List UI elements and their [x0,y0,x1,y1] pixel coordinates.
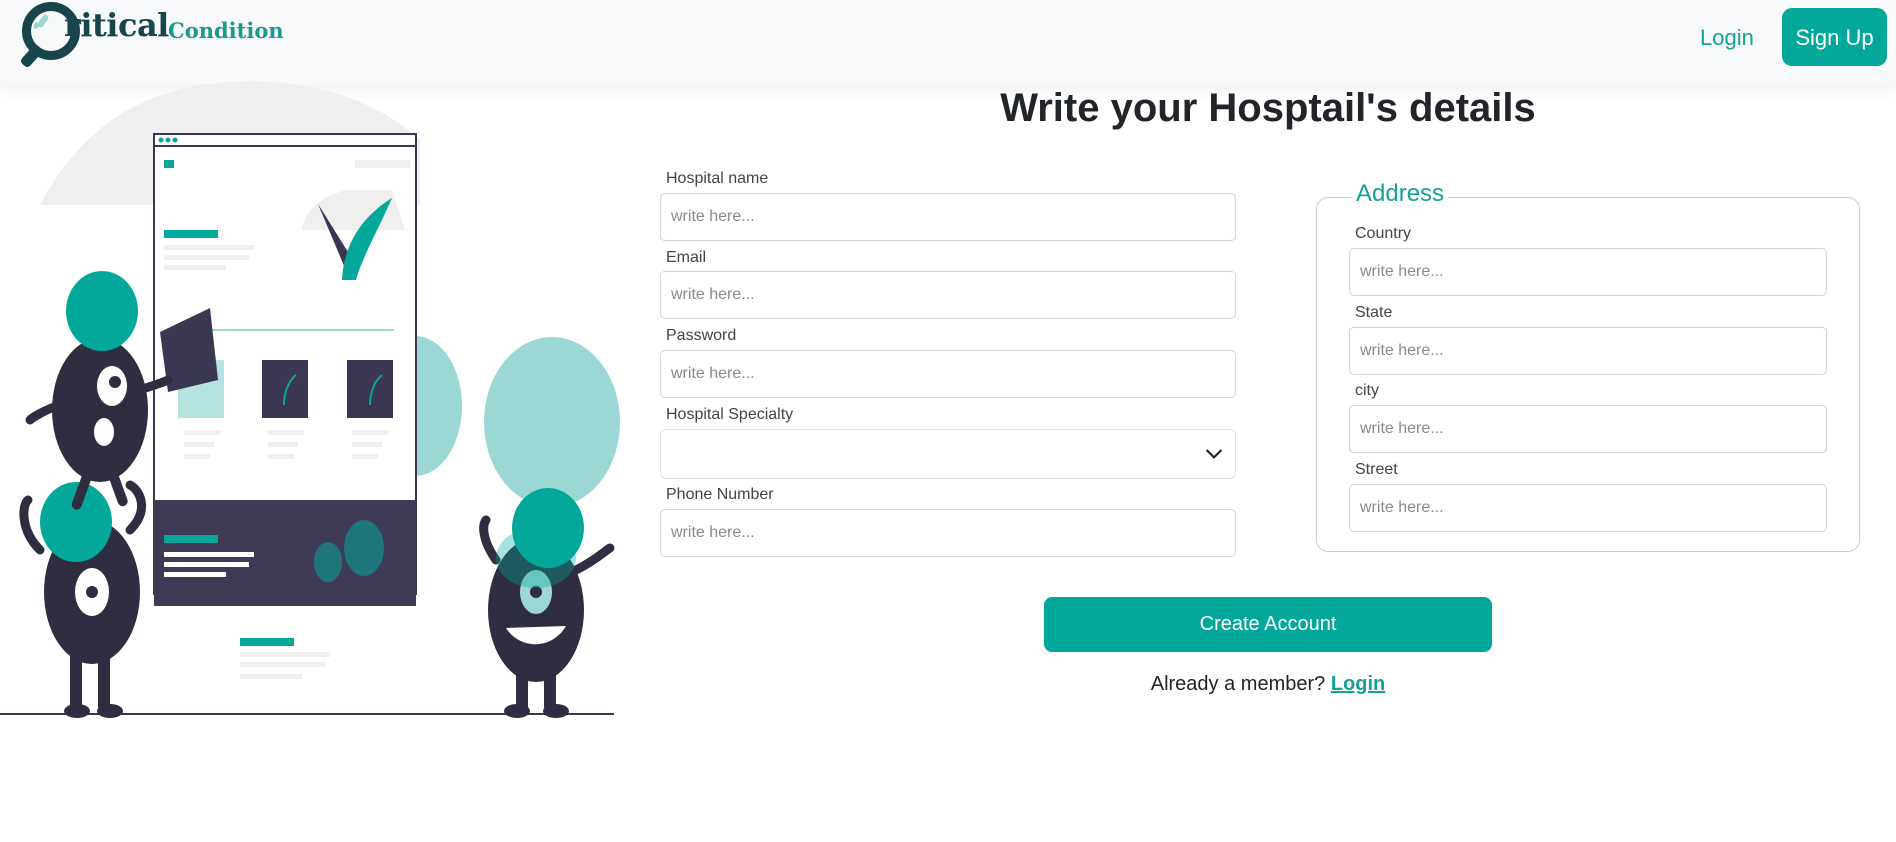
country-label: Country [1355,225,1412,242]
page-title: Write your Hosptail's details [1000,86,1536,130]
phone-label: Phone Number [666,486,774,503]
member-text: Already a member? [1150,673,1326,695]
create-account-button[interactable]: Create Account [1044,597,1492,652]
email-input[interactable] [660,271,1236,319]
logo-wordmark: ritical [64,6,169,44]
navbar: ritical Condition Login Sign Up [0,0,1896,84]
specialty-select[interactable] [660,429,1236,479]
street-input[interactable] [1349,484,1827,532]
chevron-down-icon [1206,449,1222,459]
email-label: Email [666,249,707,266]
state-input[interactable] [1349,327,1827,375]
member-login-link[interactable]: Login [1331,673,1385,695]
city-label: city [1355,382,1379,399]
phone-input[interactable] [660,509,1236,557]
specialty-label: Hospital Specialty [666,406,794,423]
city-input[interactable] [1349,405,1827,453]
hospital-name-input[interactable] [660,193,1236,241]
state-label: State [1355,304,1393,321]
address-legend: Address [1352,180,1449,208]
street-label: Street [1355,461,1398,478]
password-input[interactable] [660,350,1236,398]
nav-login-link[interactable]: Login [1700,18,1754,58]
country-input[interactable] [1349,248,1827,296]
logo-subtitle: Condition [168,18,284,43]
password-label: Password [666,327,737,344]
hospital-name-label: Hospital name [666,170,769,187]
member-prompt: Already a member? Login [660,673,1876,696]
signup-button[interactable]: Sign Up [1782,8,1887,66]
team-illustration [0,81,620,718]
critical-condition-logo[interactable]: ritical Condition [19,0,284,72]
